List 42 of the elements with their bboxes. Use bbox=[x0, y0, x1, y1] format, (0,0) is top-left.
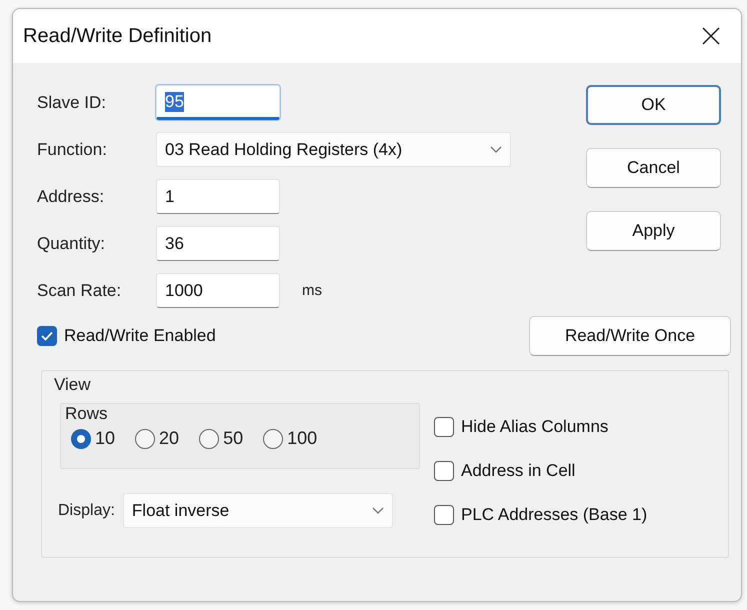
radio-label: 10 bbox=[95, 428, 116, 449]
dropdown-value: 03 Read Holding Registers (4x) bbox=[165, 140, 402, 160]
dropdown[interactable]: Float inverse bbox=[122, 493, 393, 528]
dialog-button[interactable]: OK bbox=[586, 85, 721, 125]
radio-label: 20 bbox=[159, 428, 180, 449]
checkmark-icon bbox=[41, 331, 53, 341]
chevron-down-icon bbox=[490, 146, 502, 153]
checkbox[interactable] bbox=[434, 417, 454, 437]
checkbox-label: Address in Cell bbox=[461, 461, 576, 481]
checkbox-label: Hide Alias Columns bbox=[461, 417, 608, 437]
checkbox[interactable] bbox=[37, 326, 57, 346]
dropdown-value: Float inverse bbox=[132, 500, 230, 520]
radio-label: 100 bbox=[287, 428, 318, 449]
checkbox-label: PLC Addresses (Base 1) bbox=[461, 505, 648, 525]
window-title: Read/Write Definition bbox=[23, 24, 212, 48]
checkbox-label: Read/Write Enabled bbox=[64, 326, 216, 346]
dialog-button[interactable]: Apply bbox=[586, 211, 721, 251]
input-field[interactable]: 36 bbox=[156, 226, 280, 261]
group-title: Rows bbox=[65, 404, 109, 424]
close-icon bbox=[702, 27, 720, 45]
radio-button[interactable] bbox=[199, 428, 220, 448]
field-label: Address: bbox=[37, 186, 106, 206]
chevron-down-icon bbox=[372, 507, 384, 514]
unit-label: ms bbox=[302, 282, 322, 299]
field-label: Slave ID: bbox=[37, 92, 107, 112]
radio-button[interactable] bbox=[71, 428, 91, 448]
field-label: Function: bbox=[37, 140, 108, 160]
input-field[interactable]: 1 bbox=[156, 179, 280, 214]
radio-button[interactable] bbox=[135, 428, 156, 448]
checkbox[interactable] bbox=[434, 461, 454, 481]
dialog-button[interactable]: Cancel bbox=[586, 148, 721, 188]
radio-button[interactable] bbox=[263, 428, 284, 448]
field-label: Quantity: bbox=[37, 234, 106, 254]
input-field[interactable]: 1000 bbox=[156, 273, 280, 308]
read-write-once-button[interactable]: Read/Write Once bbox=[529, 316, 731, 356]
field-label: Scan Rate: bbox=[37, 280, 122, 300]
checkbox[interactable] bbox=[434, 505, 454, 525]
field-label: Display: bbox=[58, 502, 115, 520]
radio-label: 50 bbox=[223, 428, 244, 449]
group-title: View bbox=[54, 375, 92, 395]
input-field[interactable]: 95 bbox=[156, 85, 280, 120]
dropdown[interactable]: 03 Read Holding Registers (4x) bbox=[156, 132, 511, 167]
